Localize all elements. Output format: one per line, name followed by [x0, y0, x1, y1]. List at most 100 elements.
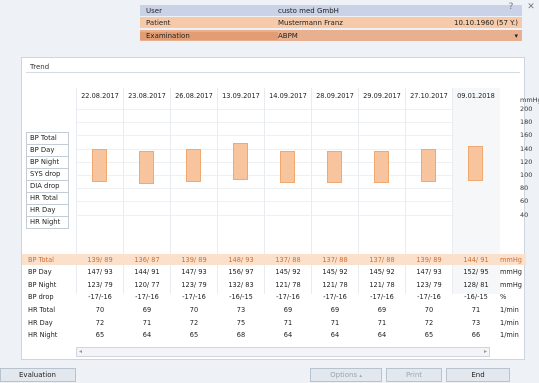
- chevron-down-icon[interactable]: ▾: [514, 32, 522, 40]
- y-tick-label: 180: [520, 118, 533, 127]
- bp-range-bar: [139, 151, 154, 184]
- date-header[interactable]: 09.01.2018: [452, 92, 500, 100]
- user-row: User custo med GmbH: [140, 5, 522, 16]
- y-tick-label: 120: [520, 157, 533, 166]
- table-cell: -17/-16: [135, 293, 159, 302]
- date-header[interactable]: 26.08.2017: [170, 92, 218, 100]
- scroll-left-icon[interactable]: ◂: [79, 348, 82, 355]
- table-cell: -17/-16: [88, 293, 112, 302]
- y-tick-label: 80: [520, 184, 529, 193]
- close-icon[interactable]: ✕: [526, 3, 536, 12]
- date-header[interactable]: 27.10.2017: [405, 92, 453, 100]
- table-cell: 65: [95, 331, 105, 340]
- table-cell: 121/ 78: [275, 280, 301, 289]
- help-icon[interactable]: ?: [506, 3, 516, 12]
- bp-range-bar: [280, 150, 295, 183]
- date-header[interactable]: 28.09.2017: [311, 92, 359, 100]
- row-label: HR Total: [28, 305, 56, 314]
- table-cell: 69: [283, 305, 293, 314]
- table-cell: -17/-16: [370, 293, 394, 302]
- y-tick-label: 200: [520, 105, 533, 113]
- table-cell: 72: [95, 318, 105, 327]
- table-cell: 70: [95, 305, 105, 314]
- row-label: BP Day: [28, 268, 52, 277]
- bp-range-bar: [233, 143, 248, 180]
- examination-value: ABPM: [278, 31, 298, 40]
- horizontal-scrollbar[interactable]: ◂ ▸: [76, 347, 490, 357]
- patient-dob: 10.10.1960 (57 Y.): [454, 18, 518, 27]
- date-header[interactable]: 29.09.2017: [358, 92, 406, 100]
- y-tick-label: 40: [520, 210, 529, 219]
- table-cell: 64: [330, 331, 340, 340]
- table-cell: 65: [424, 331, 434, 340]
- end-button[interactable]: End: [446, 368, 510, 382]
- table-cell: 145/ 92: [275, 268, 301, 277]
- table-cell: 145/ 92: [322, 268, 348, 277]
- options-label: Options: [330, 371, 358, 379]
- print-button[interactable]: Print: [386, 368, 442, 382]
- bp-range-bar: [327, 150, 342, 183]
- table-cell: -16/-15: [464, 293, 488, 302]
- patient-row[interactable]: Patient Mustermann Franz 10.10.1960 (57 …: [140, 17, 522, 28]
- chevron-up-icon: ▴: [359, 373, 362, 379]
- date-header[interactable]: 23.08.2017: [123, 92, 171, 100]
- table-cell: 137/ 88: [275, 255, 301, 264]
- row-label: BP Total: [28, 255, 54, 264]
- scroll-right-icon[interactable]: ▸: [484, 348, 487, 355]
- unit-label: 1/min: [500, 331, 519, 340]
- trend-panel: Trend 200 180 160 140 120 100 80 60 40 mmHg 22.08.…: [21, 57, 539, 360]
- unit-label: 1/min: [500, 305, 519, 314]
- evaluation-button[interactable]: Evaluation: [0, 368, 76, 382]
- examination-row[interactable]: Examination ABPM ▾: [140, 30, 522, 41]
- table-cell: 121/ 78: [322, 280, 348, 289]
- table-cell: 121/ 78: [369, 280, 395, 289]
- y-tick-label: 140: [520, 144, 533, 153]
- table-cell: 70: [189, 305, 199, 314]
- table-cell: 71: [471, 305, 481, 314]
- options-button[interactable]: Options ▴: [310, 368, 382, 382]
- table-cell: 137/ 88: [322, 255, 348, 264]
- row-label: HR Night: [28, 331, 58, 340]
- date-header[interactable]: 22.08.2017: [76, 92, 124, 100]
- table-row[interactable]: BP Day 147/ 93 144/ 91 147/ 93 156/ 97 145/ 9…: [22, 267, 526, 278]
- date-header[interactable]: 14.09.2017: [264, 92, 312, 100]
- table-cell: 123/ 79: [87, 280, 113, 289]
- title-underline: [26, 72, 520, 73]
- table-cell: 123/ 79: [181, 280, 207, 289]
- table-cell: 71: [142, 318, 152, 327]
- table-cell: 69: [142, 305, 152, 314]
- table-cell: 147/ 93: [87, 268, 113, 277]
- panel-title: Trend: [30, 63, 50, 71]
- table-row[interactable]: HR Day 72 71 72 75 71 71 71 72 73 1/min: [22, 317, 526, 328]
- row-label: HR Day: [28, 318, 53, 327]
- table-cell: 71: [377, 318, 387, 327]
- bp-range-bar: [374, 150, 389, 183]
- table-cell: 73: [471, 318, 481, 327]
- date-header[interactable]: 13.09.2017: [217, 92, 265, 100]
- table-cell: 139/ 89: [416, 255, 442, 264]
- table-cell: 75: [236, 318, 246, 327]
- table-cell: 73: [236, 305, 246, 314]
- table-cell: 128/ 81: [463, 280, 489, 289]
- unit-label: mmHg: [500, 280, 522, 289]
- table-cell: 132/ 83: [228, 280, 254, 289]
- patient-value: Mustermann Franz: [278, 18, 343, 27]
- table-row[interactable]: HR Night 65 64 65 68 64 64 64 65 66 1/min: [22, 330, 526, 341]
- table-cell: 147/ 93: [416, 268, 442, 277]
- table-cell: 123/ 79: [416, 280, 442, 289]
- table-cell: 71: [283, 318, 293, 327]
- unit-label: mmHg: [500, 268, 522, 277]
- table-cell: 70: [424, 305, 434, 314]
- bp-range-bar: [186, 149, 201, 183]
- table-row[interactable]: HR Total 70 69 70 73 69 69 69 70 71 1/min: [22, 304, 526, 315]
- table-row[interactable]: BP Total 139/ 89 136/ 87 139/ 89 148/ 93 137/…: [22, 254, 526, 265]
- table-row[interactable]: BP Night 123/ 79 120/ 77 123/ 79 132/ 83 121/…: [22, 279, 526, 290]
- table-row[interactable]: BP drop -17/-16 -17/-16 -17/-16 -16/-15 -17/-…: [22, 292, 526, 303]
- unit-label: 1/min: [500, 318, 519, 327]
- table-cell: 72: [189, 318, 199, 327]
- bp-range-bar: [421, 149, 436, 183]
- table-cell: -17/-16: [276, 293, 300, 302]
- row-toggle-hr-night[interactable]: HR Night: [26, 216, 69, 229]
- table-cell: 64: [377, 331, 387, 340]
- table-cell: 136/ 87: [134, 255, 160, 264]
